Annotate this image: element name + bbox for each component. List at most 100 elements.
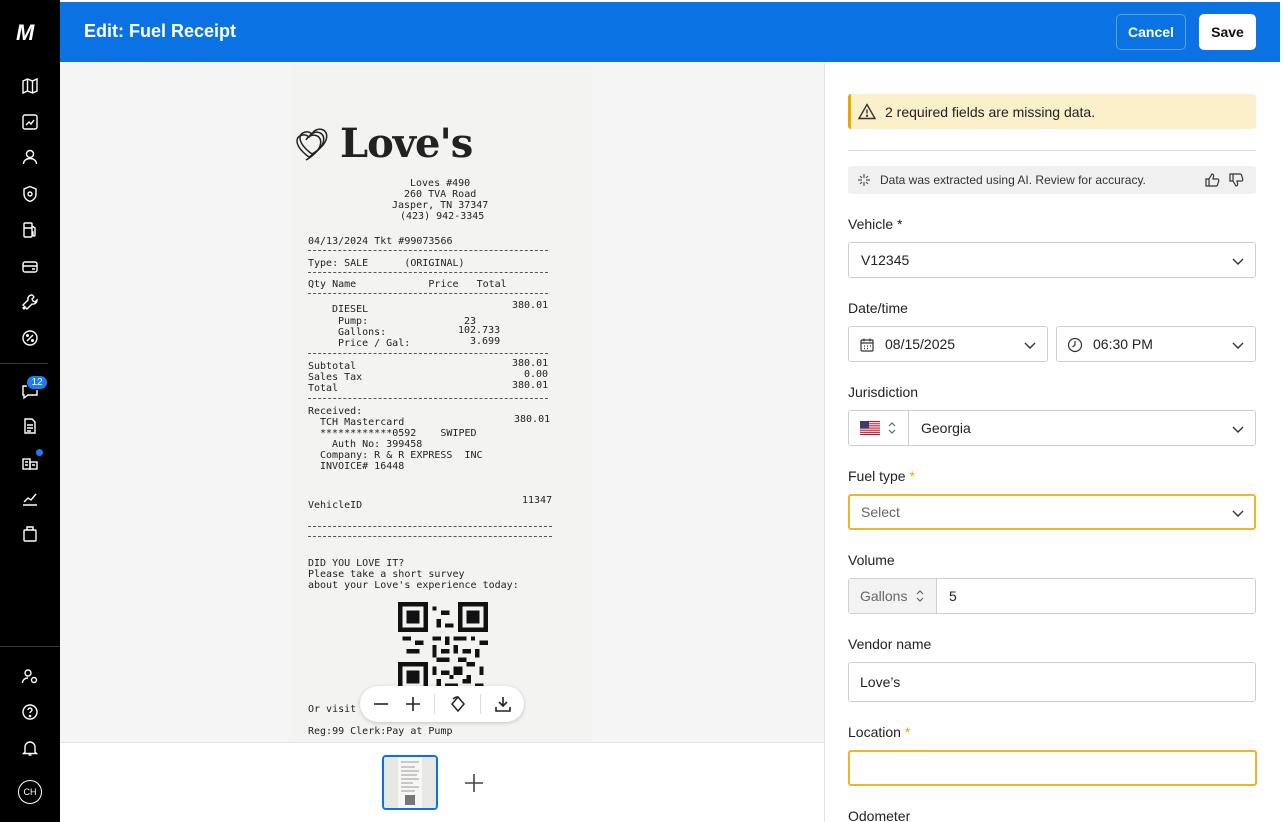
receipt-line: Loves #490 xyxy=(410,178,471,189)
chevron-down-icon xyxy=(1024,342,1036,349)
volume-unit-select[interactable]: Gallons xyxy=(849,579,937,613)
location-input[interactable] xyxy=(848,750,1257,786)
receipt-line: Auth No: 399458 xyxy=(332,439,423,450)
rotate-icon[interactable] xyxy=(449,695,467,713)
volume-label: Volume xyxy=(848,552,895,568)
receipt-rule xyxy=(308,536,552,537)
map-icon[interactable] xyxy=(18,74,42,98)
sidebar-divider xyxy=(0,363,48,364)
analytics-icon[interactable] xyxy=(18,486,42,510)
toolbar-divider xyxy=(434,694,435,714)
date-picker[interactable]: 08/15/2025 xyxy=(848,326,1048,362)
receipt-viewer[interactable]: Love's Loves #490 260 TVA Road Jasper, T… xyxy=(60,62,824,742)
image-toolbar xyxy=(360,686,524,722)
receipt-line: 380.01 xyxy=(512,380,549,391)
missing-fields-warning: 2 required fields are missing data. xyxy=(848,94,1256,129)
receipt-thumbnail[interactable] xyxy=(382,755,438,810)
receipt-brand: Love's xyxy=(340,120,473,167)
required-star: * xyxy=(904,724,911,740)
jurisdiction-label: Jurisdiction xyxy=(848,384,919,400)
sort-arrows-icon xyxy=(888,422,896,434)
avatar[interactable]: CH xyxy=(18,780,42,804)
us-flag-icon xyxy=(860,421,880,435)
dashboard-icon[interactable] xyxy=(18,110,42,134)
help-icon[interactable] xyxy=(18,700,42,724)
location-label-text: Location xyxy=(848,724,901,740)
bell-icon[interactable] xyxy=(18,736,42,760)
download-icon[interactable] xyxy=(494,695,512,713)
sidebar: M 12 CH xyxy=(0,0,60,822)
shield-icon[interactable] xyxy=(18,182,42,206)
receipt-line: Pump: xyxy=(338,316,369,327)
volume-value[interactable]: 5 xyxy=(949,588,957,604)
vendor-input[interactable]: Love’s xyxy=(848,662,1256,702)
discount-icon[interactable] xyxy=(18,326,42,350)
wrench-icon[interactable] xyxy=(18,290,42,314)
fuel-pump-icon[interactable] xyxy=(18,218,42,242)
datetime-label: Date/time xyxy=(848,300,908,316)
receipt-line: Gallons: xyxy=(338,327,387,338)
odometer-label: Odometer xyxy=(848,808,911,822)
add-image-icon[interactable] xyxy=(462,771,486,795)
receipt-line: ************0592 SWIPED xyxy=(320,428,477,439)
receipt-line: Please take a short survey xyxy=(308,569,465,580)
receipt-line: 04/13/2024 Tkt #99073566 xyxy=(308,236,453,247)
cancel-button[interactable]: Cancel xyxy=(1116,14,1186,50)
receipt-line: INVOICE# 16448 xyxy=(320,461,405,472)
user-icon[interactable] xyxy=(18,145,42,169)
clock-icon xyxy=(1067,337,1083,353)
fuel-type-label: Fuel type * xyxy=(848,468,915,484)
zoom-in-icon[interactable] xyxy=(404,695,422,713)
user-settings-icon[interactable] xyxy=(18,664,42,688)
ai-notice-text: Data was extracted using AI. Review for … xyxy=(880,173,1146,187)
receipt-line: Total xyxy=(308,383,339,394)
receipt-rule xyxy=(308,526,552,527)
notification-dot xyxy=(36,449,43,456)
warning-icon xyxy=(858,103,876,120)
receipt-line: Or visit xyxy=(308,704,357,715)
receipt-line: DIESEL xyxy=(332,304,369,315)
page-title: Edit: Fuel Receipt xyxy=(84,21,237,41)
date-value: 08/15/2025 xyxy=(885,336,956,352)
calendar-icon xyxy=(860,338,874,352)
receipt-line: 0.00 xyxy=(524,369,549,380)
receipt-line: Qty Name Price Total xyxy=(308,279,507,290)
save-button[interactable]: Save xyxy=(1199,14,1256,50)
loves-heart-icon xyxy=(296,128,328,161)
receipt-line: 11347 xyxy=(522,495,553,506)
zoom-out-icon[interactable] xyxy=(372,695,390,713)
chevron-down-icon xyxy=(1232,342,1244,349)
required-star: * xyxy=(909,468,915,484)
receipt-image: Love's Loves #490 260 TVA Road Jasper, T… xyxy=(292,66,592,742)
country-selector[interactable] xyxy=(849,411,909,445)
vehicle-select[interactable]: V12345 xyxy=(848,242,1256,278)
volume-unit: Gallons xyxy=(860,588,908,604)
app-logo[interactable]: M xyxy=(16,20,44,45)
receipt-line: VehicleID xyxy=(308,500,363,511)
receipt-line: Jasper, TN 37347 xyxy=(392,200,489,211)
card-icon[interactable] xyxy=(18,255,42,279)
receipt-line: Price / Gal: xyxy=(338,338,411,349)
receipt-line: about your Love's experience today: xyxy=(308,580,519,591)
document-icon[interactable] xyxy=(18,414,42,438)
chevron-down-icon xyxy=(1232,510,1244,517)
receipt-line: 380.01 xyxy=(514,414,551,425)
vehicle-label: Vehicle * xyxy=(848,216,903,232)
panel-divider xyxy=(824,62,825,822)
briefcase-icon[interactable] xyxy=(18,522,42,546)
receipt-line: Subtotal xyxy=(308,361,357,372)
thumbs-down-icon[interactable] xyxy=(1228,172,1244,188)
vendor-label: Vendor name xyxy=(848,636,932,652)
receipt-line: (423) 942-3345 xyxy=(400,211,485,222)
fuel-type-select[interactable]: Select xyxy=(848,494,1256,530)
jurisdiction-select[interactable]: Georgia xyxy=(848,410,1256,446)
receipt-line: Reg:99 Clerk:Pay at Pump xyxy=(308,726,453,737)
receipt-line: Type: SALE (ORIGINAL) xyxy=(308,258,465,269)
form-divider xyxy=(848,150,1256,151)
chevron-down-icon xyxy=(1232,426,1244,433)
receipt-line: DID YOU LOVE IT? xyxy=(308,558,405,569)
thumbs-up-icon[interactable] xyxy=(1204,172,1220,188)
time-picker[interactable]: 06:30 PM xyxy=(1056,326,1256,362)
header-bar: Edit: Fuel Receipt Cancel Save xyxy=(60,2,1280,62)
chevron-down-icon xyxy=(1232,258,1244,265)
